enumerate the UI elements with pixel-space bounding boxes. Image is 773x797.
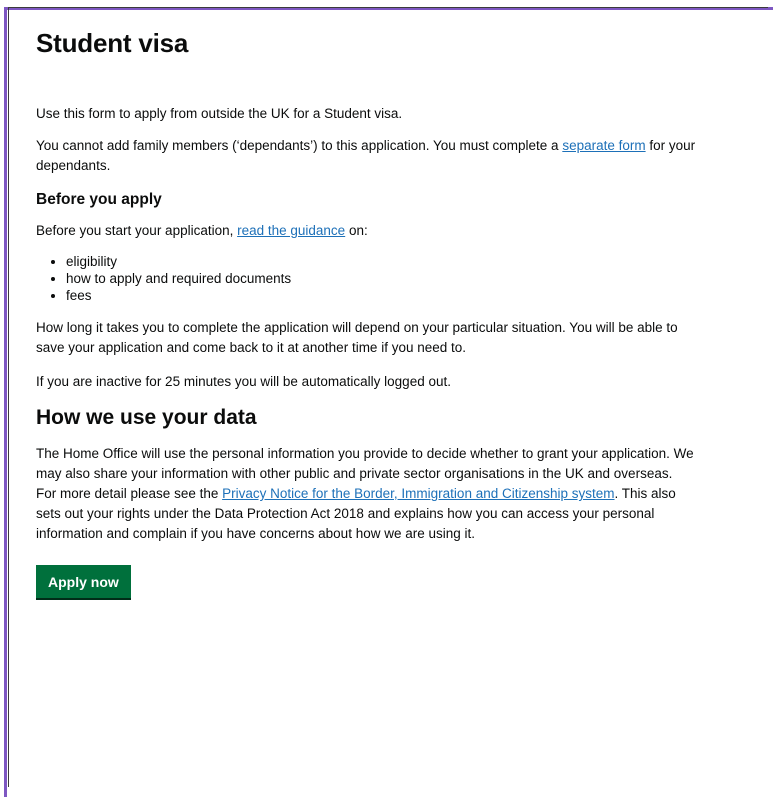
dependants-text: You cannot add family members (‘dependan…: [36, 136, 696, 176]
separate-form-link[interactable]: separate form: [562, 138, 645, 153]
duration-text: How long it takes you to complete the ap…: [36, 320, 678, 355]
intro-text: Use this form to apply from outside the …: [36, 106, 403, 121]
dependants-text-before: You cannot add family members (‘dependan…: [36, 138, 563, 153]
list-item: eligibility: [66, 253, 696, 270]
read-guidance-link[interactable]: read the guidance: [237, 223, 345, 238]
guidance-lead-before: Before you start your application,: [36, 223, 238, 238]
list-item: how to apply and required documents: [66, 270, 696, 287]
privacy-notice-link[interactable]: Privacy Notice for the Border, Immigrati…: [222, 486, 614, 501]
before-apply-heading: Before you apply: [36, 191, 162, 208]
guidance-list: eligibility how to apply and required do…: [36, 253, 696, 304]
list-item: fees: [66, 287, 696, 304]
main-content: Student visa Use this form to apply from…: [36, 26, 696, 598]
guidance-lead-after: on:: [345, 223, 368, 238]
data-use-heading: How we use your data: [36, 406, 257, 429]
apply-now-button[interactable]: Apply now: [36, 565, 131, 598]
inactive-text: If you are inactive for 25 minutes you w…: [36, 374, 451, 389]
guidance-lead: Before you start your application, read …: [36, 221, 696, 241]
data-use-text: The Home Office will use the personal in…: [36, 444, 696, 544]
page-title: Student visa: [36, 28, 189, 58]
